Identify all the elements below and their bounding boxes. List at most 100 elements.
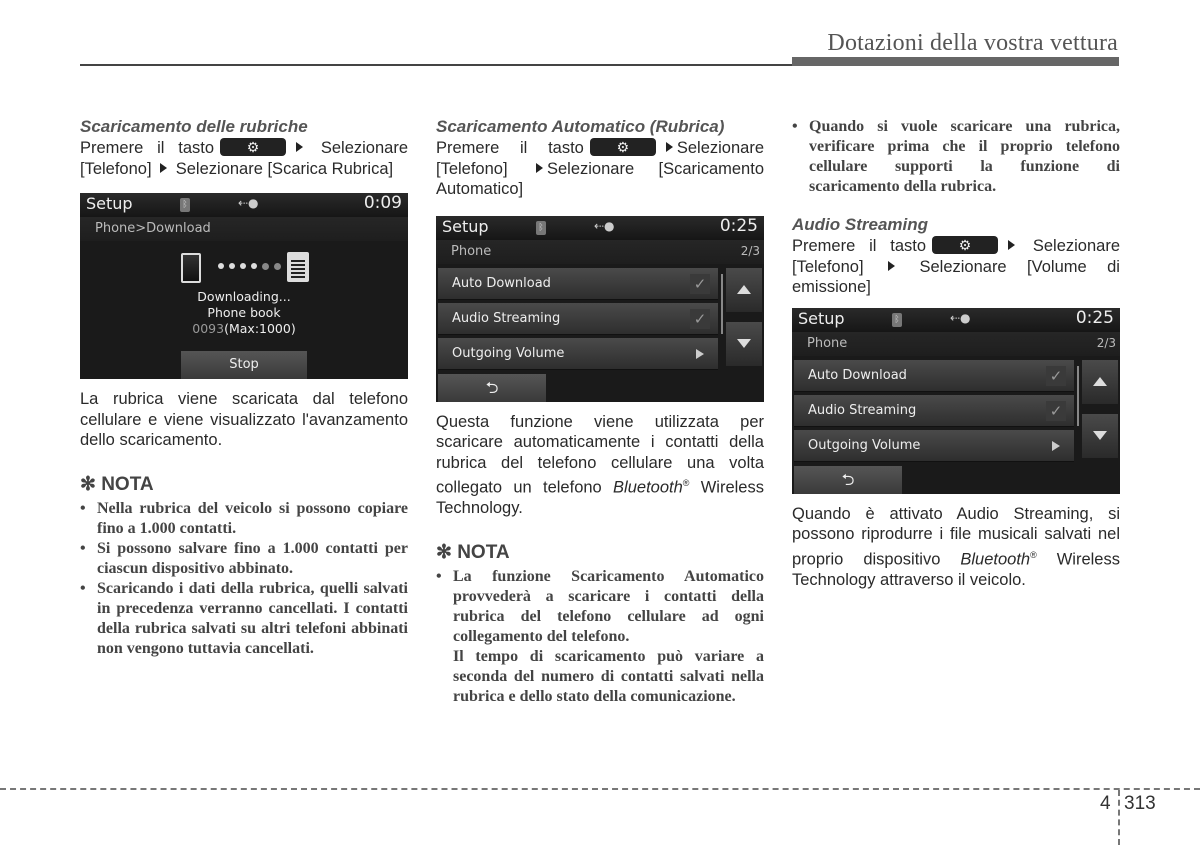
chapter-number: 4: [1100, 793, 1111, 814]
progress-dots: [218, 263, 281, 270]
menu-item-outgoing-volume[interactable]: Outgoing Volume: [438, 337, 718, 370]
screen-title: Setup: [442, 216, 489, 236]
menu-item-label: Audio Streaming: [452, 310, 561, 326]
screen-time: 0:25: [1075, 307, 1114, 328]
column-2: Scaricamento Automatico (Rubrica) Premer…: [436, 117, 764, 707]
note-text: La funzione Scaricamento Automatico prov…: [453, 567, 764, 645]
note-list: La funzione Scaricamento Automatico prov…: [436, 567, 764, 707]
scroll-down-button[interactable]: [1082, 413, 1118, 458]
page-indicator: 2/3: [1096, 335, 1116, 350]
chevron-right-icon: [696, 348, 704, 359]
screen-subtitle-bar: Phone 2/3: [436, 239, 764, 264]
back-icon: ⮌: [841, 469, 855, 489]
screen-status-bar: Setup ᛒ ⇠● 0:25: [436, 215, 764, 240]
usb-icon: ⇠●: [594, 218, 615, 233]
instruction-text: Selezionare [Scarica Rubrica]: [175, 159, 394, 178]
instruction: Premere il tasto ⚙ Selezionare [Telefono]…: [792, 236, 1120, 298]
phone-settings-screen: Setup ᛒ ⇠● 0:25 Phone 2/3 Auto Download …: [792, 307, 1120, 494]
arrow-up-icon: [737, 284, 751, 294]
bluetooth-term: Bluetooth: [613, 478, 683, 497]
progress-dot: [262, 263, 269, 270]
section-title: Audio Streaming: [792, 215, 929, 234]
phone-icon: [181, 253, 201, 283]
menu-item-label: Audio Streaming: [808, 402, 917, 418]
progress-dot: [229, 263, 235, 269]
menu-item-audio-streaming[interactable]: Audio Streaming ✓: [794, 394, 1074, 427]
scrollbar[interactable]: [1077, 365, 1079, 426]
menu-item-auto-download[interactable]: Auto Download ✓: [438, 267, 718, 300]
note-title-text: NOTA: [457, 541, 510, 563]
checkbox-checked-icon[interactable]: ✓: [1046, 365, 1066, 386]
note-list: Nella rubrica del veicolo si possono cop…: [80, 499, 408, 659]
description: La rubrica viene scaricata dal telefono …: [80, 390, 408, 449]
instruction-text: Premere il tasto: [792, 237, 927, 255]
bluetooth-icon: ᛒ: [892, 312, 902, 327]
column-1: Scaricamento delle rubriche Premere il t…: [80, 117, 408, 659]
bluetooth-term: Bluetooth: [960, 550, 1031, 568]
download-progress: 0093(Max:1000): [80, 321, 408, 336]
instruction-text: Premere il tasto: [436, 139, 584, 157]
header-rule: [80, 64, 794, 66]
download-screen: Setup ᛒ ⇠● 0:09 Phone>Download Downloadi…: [80, 193, 408, 379]
scroll-up-button[interactable]: [1082, 359, 1118, 404]
setup-key: ⚙: [220, 138, 287, 156]
setup-key: ⚙: [589, 138, 656, 156]
progress-dot: [218, 263, 224, 269]
instruction-text: Premere il tasto: [80, 139, 215, 157]
stop-button[interactable]: Stop: [181, 351, 307, 379]
scrollbar[interactable]: [721, 273, 723, 334]
gear-icon: ⚙: [616, 139, 630, 155]
note-item: Nella rubrica del veicolo si possono cop…: [80, 499, 408, 539]
note-title: ✻ NOTA: [436, 541, 764, 565]
phonebook-icon: [287, 252, 309, 282]
setup-key: ⚙: [932, 236, 999, 254]
screen-breadcrumb-bar: Phone>Download: [80, 217, 408, 241]
back-button[interactable]: ⮌: [438, 373, 546, 402]
menu-item-label: Auto Download: [808, 367, 907, 383]
scroll-up-button[interactable]: [726, 267, 762, 312]
chevron-right-icon: [1052, 440, 1060, 451]
menu-item-audio-streaming[interactable]: Audio Streaming ✓: [438, 302, 718, 335]
menu-item-auto-download[interactable]: Auto Download ✓: [794, 359, 1074, 392]
screen-status-bar: Setup ᛒ ⇠● 0:25: [792, 307, 1120, 332]
menu-item-outgoing-volume[interactable]: Outgoing Volume: [794, 429, 1074, 462]
note-item: Scaricando i dati della rubrica, quelli …: [80, 579, 408, 659]
bluetooth-icon: ᛒ: [180, 198, 190, 212]
screen-subtitle: Phone: [451, 243, 492, 259]
back-button[interactable]: ⮌: [794, 465, 902, 494]
menu-item-label: Outgoing Volume: [808, 437, 921, 453]
screen-time: 0:25: [719, 215, 758, 236]
gear-icon: ⚙: [246, 139, 260, 155]
checkbox-checked-icon[interactable]: ✓: [690, 308, 710, 329]
checkbox-checked-icon[interactable]: ✓: [1046, 400, 1066, 421]
scroll-down-button[interactable]: [726, 321, 762, 366]
note-title: ✻ NOTA: [80, 473, 408, 497]
note-item: Si possono salvare fino a 1.000 contatti…: [80, 539, 408, 579]
arrow-right-icon: [888, 260, 896, 271]
bluetooth-icon: ᛒ: [536, 220, 546, 235]
page-header-title: Dotazioni della vostra vettura: [827, 30, 1118, 56]
star-icon: ✻: [436, 541, 452, 563]
description: Quando è attivato Audio Streaming, si po…: [792, 504, 1120, 591]
download-count: 0093: [192, 321, 225, 336]
download-max: (Max:1000): [224, 321, 296, 336]
usb-icon: ⇠●: [950, 310, 971, 325]
page-indicator: 2/3: [740, 243, 760, 258]
screen-breadcrumb: Phone>Download: [95, 221, 211, 236]
screen-subtitle-bar: Phone 2/3: [792, 331, 1120, 356]
screen-title: Setup: [798, 308, 845, 328]
registered-mark: ®: [1030, 549, 1037, 560]
arrow-right-icon: [1008, 240, 1016, 250]
back-icon: ⮌: [485, 377, 499, 397]
description: Questa funzione viene utilizzata per sca…: [436, 412, 764, 519]
section-title: Scaricamento Automatico (Rubrica): [436, 117, 725, 136]
note-title-text: NOTA: [101, 473, 154, 495]
checkbox-checked-icon[interactable]: ✓: [690, 273, 710, 294]
arrow-down-icon: [1093, 430, 1107, 440]
footer-divider: [1118, 790, 1120, 845]
page-number: 313: [1124, 793, 1156, 814]
screen-time: 0:09: [363, 193, 402, 213]
screen-title: Setup: [86, 194, 133, 213]
arrow-up-icon: [1093, 376, 1107, 386]
gear-icon: ⚙: [958, 237, 972, 253]
